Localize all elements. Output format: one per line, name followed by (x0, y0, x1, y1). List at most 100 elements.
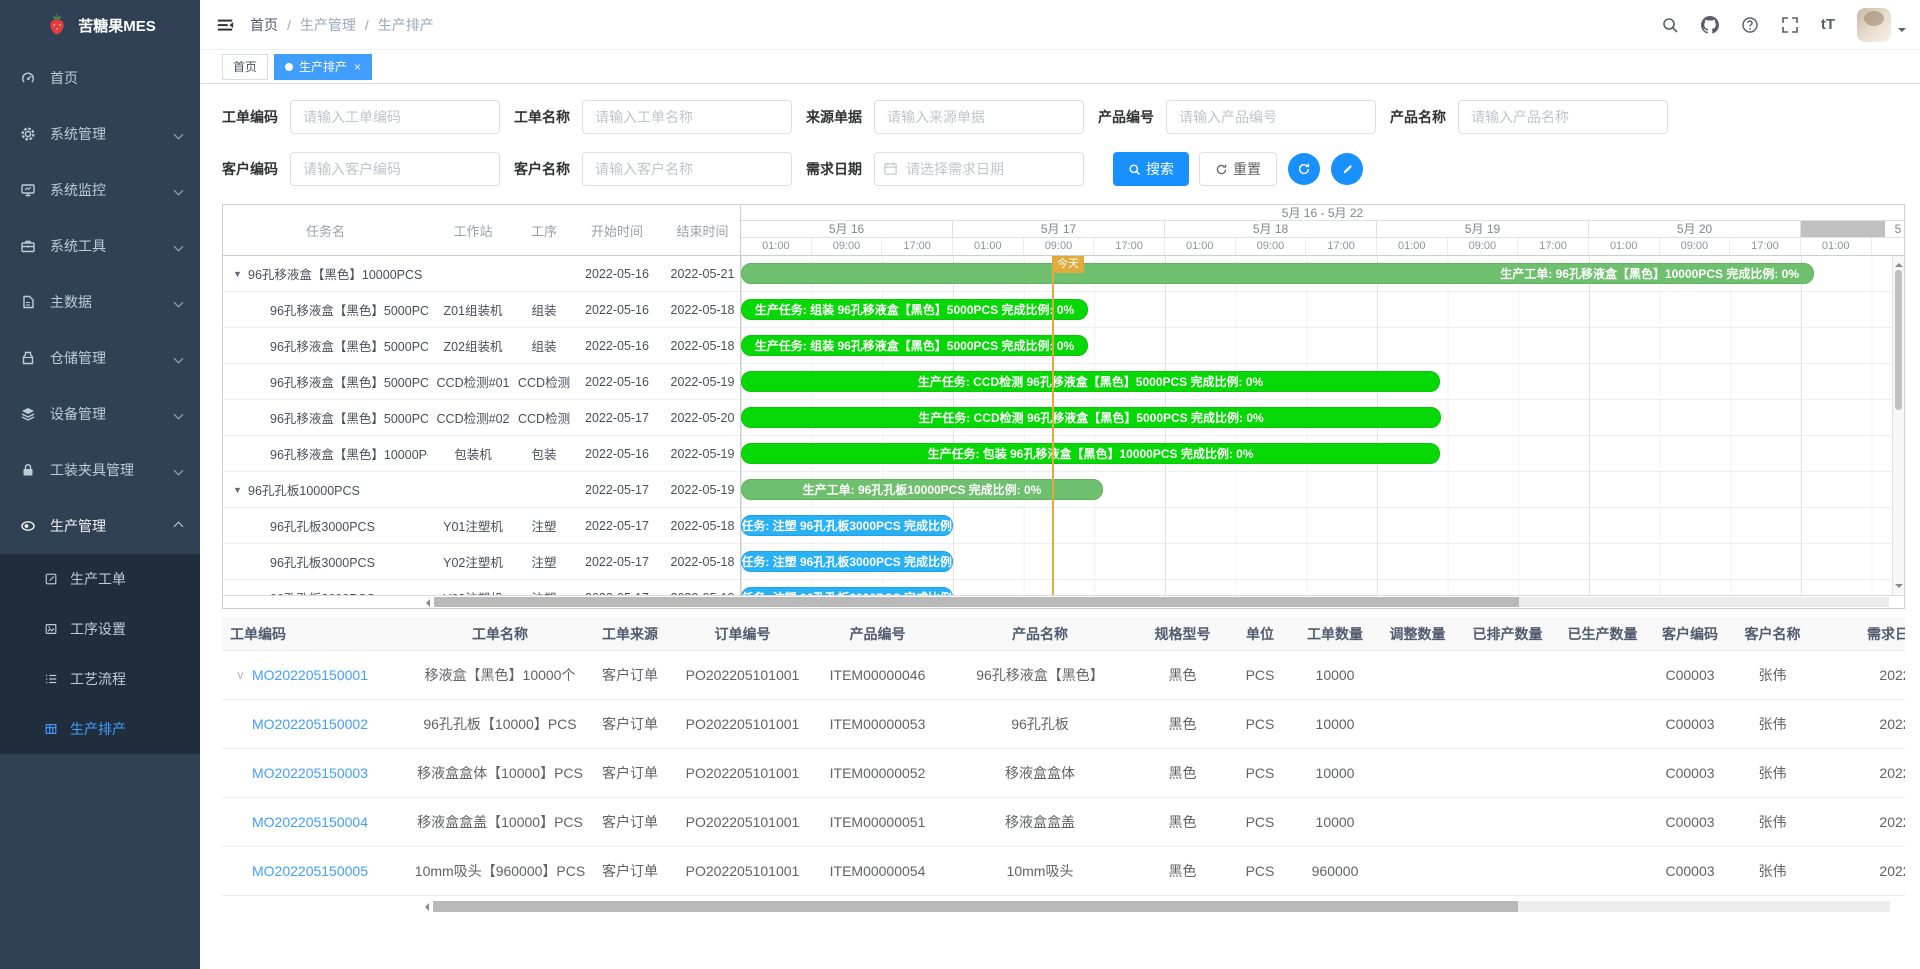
search-icon[interactable] (1661, 16, 1679, 34)
workstation-cell: Y01注塑机 (428, 516, 518, 535)
gantt-bar[interactable]: 生产任务: 组装 96孔移液盒【黑色】5000PCS 完成比例: 0% (741, 299, 1088, 320)
app-logo[interactable]: 苦糖果MES (0, 0, 200, 50)
task-name-cell: 96孔移液盒【黑色】10000PCS (223, 444, 428, 463)
app-title: 苦糖果MES (78, 15, 156, 36)
sidebar-item-process-settings[interactable]: 工序设置 (0, 604, 200, 654)
breadcrumb-home[interactable]: 首页 (250, 17, 278, 33)
gantt-task-row[interactable]: 96孔移液盒【黑色】5000PCS Z02组装机 组装 2022-05-16 2… (223, 328, 740, 364)
scrollbar-track[interactable] (433, 901, 1890, 912)
table-horizontal-scrollbar[interactable] (222, 900, 1905, 913)
gantt-task-row[interactable]: 96孔移液盒【黑色】5000PCS CCD检测#01 CCD检测 2022-05… (223, 364, 740, 400)
filter-group-product-name: 产品名称 (1390, 100, 1668, 134)
customer-code-input[interactable] (290, 152, 500, 186)
gantt-task-row[interactable]: 96孔孔板3000PCS Y02注塑机 注塑 2022-05-17 2022-0… (223, 544, 740, 580)
gantt-task-row[interactable]: ▼96孔移液盒【黑色】10000PCS 2022-05-16 2022-05-2… (223, 256, 740, 292)
expand-caret-icon[interactable]: ▼ (233, 485, 248, 495)
document-icon (20, 294, 36, 310)
sidebar-toggle-button[interactable] (200, 0, 250, 49)
source-document-input[interactable] (874, 100, 1084, 134)
timeline-scrollbar-thumb[interactable] (1801, 221, 1885, 237)
table-row[interactable]: MO202205150003 移液盒盒体【10000】PCS 客户订单 PO20… (222, 749, 1905, 798)
sidebar-item-production-management[interactable]: 生产管理 (0, 498, 200, 554)
scrollbar-track[interactable] (434, 597, 1889, 607)
gantt-task-row[interactable]: 96孔移液盒【黑色】5000PCS CCD检测#02 CCD检测 2022-05… (223, 400, 740, 436)
gantt-task-row[interactable]: 96孔移液盒【黑色】5000PCS Z01组装机 组装 2022-05-16 2… (223, 292, 740, 328)
demand-date-input[interactable] (874, 152, 1084, 186)
gantt-bar[interactable]: 生产任务: 包装 96孔移液盒【黑色】10000PCS 完成比例: 0% (741, 443, 1440, 464)
tab-home[interactable]: 首页 (222, 54, 268, 80)
scroll-left-arrow[interactable] (422, 599, 430, 607)
filter-panel: 工单编码 工单名称 来源单据 产品编号 产品名称 客户编码 (200, 84, 1920, 186)
scrollbar-thumb[interactable] (434, 597, 1519, 607)
gantt-task-row[interactable]: 96孔移液盒【黑色】10000PCS 包装机 包装 2022-05-16 202… (223, 436, 740, 472)
gantt-bar[interactable]: 生产工单: 96孔移液盒【黑色】10000PCS 完成比例: 0% (741, 263, 1814, 284)
breadcrumb-production-management[interactable]: 生产管理 (300, 17, 356, 33)
github-icon[interactable] (1701, 16, 1719, 34)
search-icon (1128, 163, 1141, 176)
scrollbar-thumb[interactable] (433, 901, 1518, 912)
work-order-link[interactable]: MO202205150001 (252, 667, 368, 683)
work-order-code-input[interactable] (290, 100, 500, 134)
help-icon[interactable] (1741, 16, 1759, 34)
work-order-link[interactable]: MO202205150005 (252, 863, 368, 879)
gantt-bar[interactable]: 生产任务: CCD检测 96孔移液盒【黑色】5000PCS 完成比例: 0% (741, 371, 1440, 392)
sidebar-item-system-tools[interactable]: 系统工具 (0, 218, 200, 274)
work-order-name-input[interactable] (582, 100, 792, 134)
gantt-task-row[interactable]: 96孔孔板3000PCS Y03注塑机 注塑 2022-05-17 2022-0… (223, 580, 740, 595)
reset-button[interactable]: 重置 (1199, 152, 1277, 186)
sidebar-item-system-management[interactable]: 系统管理 (0, 106, 200, 162)
customer-code-cell: C00003 (1650, 667, 1730, 683)
search-button[interactable]: 搜索 (1113, 152, 1189, 186)
gantt-bar[interactable]: 生产工单: 96孔孔板10000PCS 完成比例: 0% (741, 479, 1103, 500)
font-size-icon[interactable]: tT (1821, 16, 1835, 33)
sidebar-item-equipment-management[interactable]: 设备管理 (0, 386, 200, 442)
sidebar-item-home[interactable]: 首页 (0, 50, 200, 106)
work-order-link[interactable]: MO202205150003 (252, 765, 368, 781)
table-row[interactable]: MO202205150002 96孔孔板【10000】PCS 客户订单 PO20… (222, 700, 1905, 749)
table-row[interactable]: MO202205150004 移液盒盒盖【10000】PCS 客户订单 PO20… (222, 798, 1905, 847)
table-row[interactable]: ∨MO202205150001 移液盒【黑色】10000个 客户订单 PO202… (222, 651, 1905, 700)
sidebar-item-process-flow[interactable]: 工艺流程 (0, 654, 200, 704)
gantt-bar[interactable]: 生产任务: CCD检测 96孔移液盒【黑色】5000PCS 完成比例: 0% (741, 407, 1441, 428)
product-code-input[interactable] (1166, 100, 1376, 134)
gantt-horizontal-scrollbar[interactable] (223, 595, 1904, 608)
expand-caret-icon[interactable]: ∨ (236, 668, 252, 682)
user-menu[interactable] (1857, 8, 1906, 42)
sidebar-item-label: 工艺流程 (70, 669, 126, 689)
sidebar-item-production-scheduling[interactable]: 生产排产 (0, 704, 200, 754)
refresh-gantt-button[interactable] (1288, 153, 1320, 185)
gantt-bar[interactable]: 生产任务: 注塑 96孔孔板3000PCS 完成比例: 0% (741, 551, 953, 572)
scroll-up-arrow[interactable] (1895, 259, 1903, 267)
customer-name-input[interactable] (582, 152, 792, 186)
edit-schedule-button[interactable] (1331, 153, 1363, 185)
scroll-down-arrow[interactable] (1895, 584, 1903, 592)
fullscreen-icon[interactable] (1781, 16, 1799, 34)
work-order-link[interactable]: MO202205150002 (252, 716, 368, 732)
sidebar-item-system-monitor[interactable]: 系统监控 (0, 162, 200, 218)
sidebar-item-production-orders[interactable]: 生产工单 (0, 554, 200, 604)
avatar[interactable] (1857, 8, 1891, 42)
gantt-task-row[interactable]: 96孔孔板3000PCS Y01注塑机 注塑 2022-05-17 2022-0… (223, 508, 740, 544)
close-icon[interactable]: × (354, 61, 361, 73)
tab-production-scheduling[interactable]: 生产排产 × (274, 54, 372, 80)
gantt-vertical-scrollbar[interactable] (1892, 256, 1904, 595)
gantt-bar[interactable]: 生产任务: 注塑 96孔孔板3000PCS 完成比例: 0% (741, 587, 953, 595)
gantt-task-row[interactable]: ▼96孔孔板10000PCS 2022-05-17 2022-05-19 (223, 472, 740, 508)
gantt-bar[interactable]: 生产任务: 注塑 96孔孔板3000PCS 完成比例: 0% (741, 515, 953, 536)
table-column-header: 需求日期 (1815, 624, 1905, 644)
sidebar-item-warehouse-management[interactable]: 仓储管理 (0, 330, 200, 386)
process-cell: CCD检测 (518, 372, 570, 391)
sidebar-item-master-data[interactable]: 主数据 (0, 274, 200, 330)
table-column-header: 客户编码 (1650, 624, 1730, 644)
work-order-link[interactable]: MO202205150004 (252, 814, 368, 830)
gantt-bar[interactable]: 生产任务: 组装 96孔移液盒【黑色】5000PCS 完成比例: 0% (741, 335, 1088, 356)
product-name-input[interactable] (1458, 100, 1668, 134)
scroll-left-arrow[interactable] (421, 903, 429, 911)
order-number-cell: PO202205101001 (670, 814, 815, 830)
sidebar-item-fixture-management[interactable]: 工装夹具管理 (0, 442, 200, 498)
strawberry-logo-icon (44, 12, 70, 38)
scrollbar-thumb[interactable] (1895, 270, 1902, 410)
table-row[interactable]: MO202205150005 10mm吸头【960000】PCS 客户订单 PO… (222, 847, 1905, 896)
expand-caret-icon[interactable]: ▼ (233, 269, 248, 279)
list-icon (44, 672, 58, 686)
